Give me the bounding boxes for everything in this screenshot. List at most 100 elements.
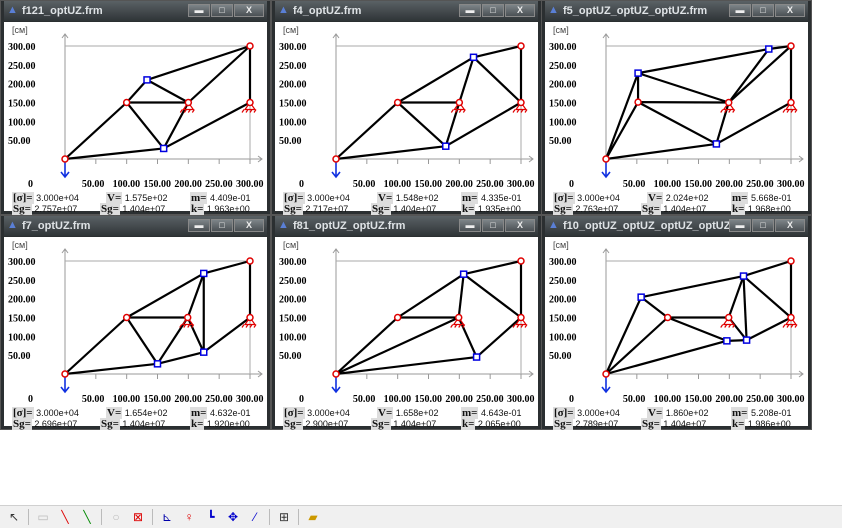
truss-member[interactable] (463, 259, 522, 276)
minimize-button[interactable]: ▬ (188, 4, 210, 17)
truss-member[interactable] (126, 272, 205, 319)
minimize-button[interactable]: ▬ (459, 4, 481, 17)
free-node[interactable] (637, 293, 645, 301)
frame-window[interactable]: ▲ f5_optUZ_optUZ_optUZ.frm ▬ □ X 300.00 250.0… (541, 0, 812, 215)
truss-member[interactable] (727, 48, 770, 104)
axes-icon[interactable]: ⊾ (159, 510, 175, 524)
free-node[interactable] (472, 353, 481, 361)
plot-area[interactable]: 300.00 250.00 200.00 150.00 100.00 50.00 0 50.0… (545, 22, 808, 215)
free-node[interactable] (200, 269, 208, 278)
title-bar[interactable]: ▲ f121_optUZ.frm ▬ □ X (4, 1, 267, 21)
node-icon[interactable]: ○ (108, 510, 124, 524)
minimize-button[interactable]: ▬ (188, 219, 210, 232)
free-node[interactable] (742, 336, 751, 344)
fixed-node[interactable] (602, 155, 610, 163)
fixed-node[interactable] (517, 257, 525, 265)
truss-member[interactable] (457, 317, 478, 358)
free-node[interactable] (765, 45, 773, 53)
maximize-button[interactable]: □ (211, 219, 233, 232)
maximize-button[interactable]: □ (211, 4, 233, 17)
truss-member[interactable] (604, 72, 640, 160)
plot-area[interactable]: 300.00 250.00 200.00 150.00 100.00 50.00 0 50.0… (545, 237, 808, 430)
title-bar[interactable]: ▲ f4_optUZ.frm ▬ □ X (275, 1, 538, 21)
title-bar[interactable]: ▲ f81_optUZ_optUZ.frm ▬ □ X (275, 216, 538, 236)
frame-window[interactable]: ▲ f7_optUZ.frm ▬ □ X 300.00 250.00 200.00 150.0… (0, 215, 271, 430)
close-button[interactable]: X (775, 4, 805, 17)
fixed-node[interactable] (332, 370, 340, 378)
truss-member[interactable] (396, 101, 447, 148)
fixed-node[interactable] (724, 313, 733, 322)
truss-plot[interactable]: 300.00250.00200.00150.00100.0050.000 50.0… (545, 237, 808, 407)
minimize-button[interactable]: ▬ (729, 219, 751, 232)
fixed-node[interactable] (184, 98, 193, 107)
fixed-node[interactable] (246, 42, 254, 50)
frame-window[interactable]: ▲ f121_optUZ.frm ▬ □ X 300.00 250.00 200.00 150… (0, 0, 271, 215)
truss-member[interactable] (186, 317, 205, 353)
fixed-node[interactable] (332, 155, 340, 163)
truss-member[interactable] (146, 78, 189, 104)
maximize-button[interactable]: □ (482, 219, 504, 232)
open-folder-icon[interactable]: ▰ (305, 510, 321, 524)
fixed-node[interactable] (787, 313, 795, 322)
truss-member[interactable] (146, 44, 251, 81)
truss-member[interactable] (637, 47, 769, 75)
fixed-node[interactable] (246, 98, 254, 107)
move-node-icon[interactable]: ✥ (225, 510, 241, 524)
free-node[interactable] (143, 76, 151, 84)
fixed-node[interactable] (393, 313, 402, 322)
plot-area[interactable]: 300.00 250.00 200.00 150.00 100.00 50.00 0 50.0… (4, 237, 267, 430)
truss-member[interactable] (187, 45, 251, 104)
truss-member[interactable] (472, 56, 522, 104)
close-button[interactable]: X (234, 4, 264, 17)
free-node[interactable] (634, 69, 642, 77)
truss-member[interactable] (64, 362, 158, 376)
free-node[interactable] (723, 337, 731, 345)
free-node[interactable] (442, 142, 450, 150)
frame-window[interactable]: ▲ f4_optUZ.frm ▬ □ X 300.00 250.00 200.00 150.0… (271, 0, 542, 215)
truss-member[interactable] (64, 316, 128, 375)
truss-member[interactable] (203, 259, 251, 275)
close-button[interactable]: X (775, 219, 805, 232)
fixed-node[interactable] (455, 98, 464, 107)
fixed-node[interactable] (787, 42, 795, 50)
truss-member[interactable] (605, 101, 640, 160)
fixed-node[interactable] (454, 313, 463, 322)
truss-member[interactable] (125, 101, 165, 150)
maximize-button[interactable]: □ (752, 4, 774, 17)
fixed-node[interactable] (517, 313, 525, 322)
truss-member[interactable] (604, 296, 643, 375)
truss-plot[interactable]: 300.00250.00200.00150.00100.0050.000 50.0… (545, 22, 808, 192)
free-node[interactable] (159, 144, 168, 153)
free-node[interactable] (200, 348, 208, 356)
pointer-icon[interactable]: ↖ (6, 510, 22, 524)
fixed-node[interactable] (393, 98, 402, 107)
free-node[interactable] (739, 272, 748, 280)
close-button[interactable]: X (505, 219, 535, 232)
truss-member[interactable] (640, 296, 669, 319)
connect-icon[interactable]: ⁄ (247, 510, 263, 524)
add-member-icon[interactable]: ╲ (79, 510, 95, 524)
truss-member[interactable] (637, 72, 730, 104)
truss-member[interactable] (742, 275, 792, 319)
truss-member[interactable] (64, 101, 128, 160)
truss-member[interactable] (746, 316, 792, 342)
hide-icon[interactable]: ▭ (35, 510, 51, 524)
truss-member[interactable] (335, 355, 477, 376)
truss-member[interactable] (605, 142, 717, 161)
free-node[interactable] (459, 270, 468, 278)
truss-plot[interactable]: 300.00250.00200.00150.00100.0050.000 50.0… (275, 237, 538, 407)
title-bar[interactable]: ▲ f5_optUZ_optUZ_optUZ.frm ▬ □ X (545, 1, 808, 21)
fixed-node[interactable] (246, 313, 254, 322)
fixed-node[interactable] (517, 42, 525, 50)
plot-area[interactable]: 300.00 250.00 200.00 150.00 100.00 50.00 0 50.0… (275, 237, 538, 430)
fixed-node[interactable] (602, 370, 610, 378)
maximize-button[interactable]: □ (752, 219, 774, 232)
fixed-node[interactable] (61, 155, 69, 163)
title-bar[interactable]: ▲ f10_optUZ_optUZ_optUZ_optUZ.frm ▬ □ X (545, 216, 808, 236)
minimize-button[interactable]: ▬ (729, 4, 751, 17)
free-node[interactable] (712, 140, 721, 148)
truss-member[interactable] (462, 273, 522, 319)
frame-window[interactable]: ▲ f81_optUZ_optUZ.frm ▬ □ X 300.00 250.00 200.… (271, 215, 542, 430)
maximize-button[interactable]: □ (482, 4, 504, 17)
delete-member-icon[interactable]: ╲ (57, 510, 73, 524)
